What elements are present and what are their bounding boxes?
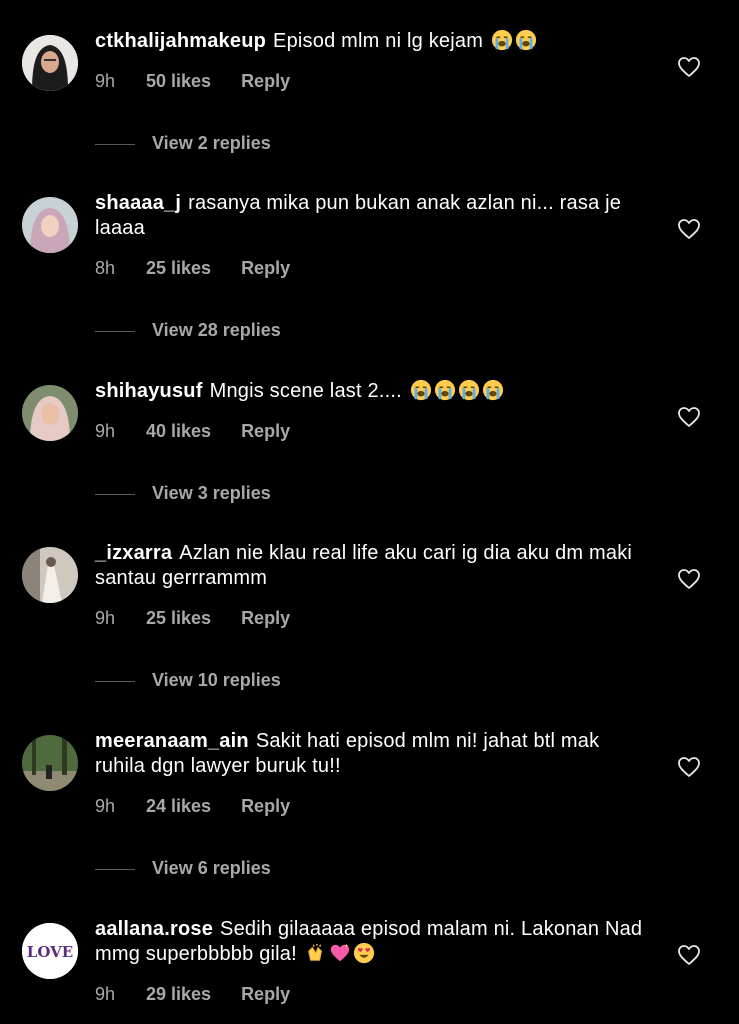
- comment-likes[interactable]: 29 likes: [146, 982, 211, 1006]
- avatar-image: [22, 197, 78, 253]
- view-replies-label: View 28 replies: [152, 320, 281, 340]
- view-replies-label: View 3 replies: [152, 483, 271, 503]
- comment-item: shaaaa_j rasanya mika pun bukan anak azla…: [0, 162, 739, 349]
- comment-username[interactable]: aallana.rose: [95, 918, 213, 940]
- avatar[interactable]: [22, 735, 78, 791]
- comment-item: ctkhalijahmakeup Episod mlm ni lg kejam 9…: [0, 0, 739, 187]
- comment-item: meeranaam_ain Sakit hati episod mlm ni! j…: [0, 700, 739, 887]
- clapping-hands-icon: [307, 943, 322, 961]
- loudly-crying-face-icon: [434, 379, 455, 401]
- comment-text: Mngis scene last 2....: [209, 380, 402, 402]
- avatar-image: [22, 547, 78, 603]
- comment-likes[interactable]: 25 likes: [146, 606, 211, 630]
- comment-time: 9h: [95, 421, 116, 441]
- loudly-crying-face-icon: [491, 29, 512, 51]
- comment-username[interactable]: _izxarra: [95, 542, 172, 564]
- avatar[interactable]: [22, 547, 78, 603]
- comment-username[interactable]: shaaaa_j: [95, 192, 181, 214]
- comment-text: Azlan nie klau real life aku cari ig dia…: [95, 542, 633, 589]
- avatar[interactable]: [22, 35, 78, 91]
- comment-body: shaaaa_j rasanya mika pun bukan anak azla…: [95, 191, 655, 241]
- comment-body: ctkhalijahmakeup Episod mlm ni lg kejam: [95, 29, 655, 54]
- comment-likes[interactable]: 40 likes: [146, 419, 211, 443]
- comment-item: shihayusuf Mngis scene last 2.... 9h 40 li…: [0, 350, 739, 537]
- comment-likes[interactable]: 50 likes: [146, 69, 211, 93]
- avatar-logo-text: LOVE: [27, 943, 73, 961]
- divider: [95, 330, 135, 332]
- comment-username[interactable]: shihayusuf: [95, 380, 203, 402]
- comment-body: _izxarra Azlan nie klau real life aku car…: [95, 541, 655, 591]
- avatar-image: [22, 735, 78, 791]
- comment-likes[interactable]: 25 likes: [146, 256, 211, 280]
- view-replies-button[interactable]: View 3 replies: [95, 481, 271, 505]
- heart-eyes-face-icon: [353, 942, 374, 964]
- reply-button[interactable]: Reply: [241, 982, 290, 1006]
- loudly-crying-face-icon: [515, 29, 536, 51]
- comment-body: meeranaam_ain Sakit hati episod mlm ni! j…: [95, 729, 655, 779]
- comment-time: 9h: [95, 796, 116, 816]
- comment-body: aallana.rose Sedih gilaaaaa episod malam …: [95, 917, 655, 967]
- sparkling-heart-icon: [330, 943, 349, 962]
- comment-meta: 8h 25 likes Reply: [95, 256, 290, 280]
- loudly-crying-face-icon: [458, 379, 479, 401]
- view-replies-button[interactable]: View 10 replies: [95, 668, 281, 692]
- view-replies-label: View 6 replies: [152, 858, 271, 878]
- avatar[interactable]: [22, 385, 78, 441]
- comment-meta: 9h 29 likes Reply: [95, 982, 290, 1006]
- heart-icon[interactable]: [677, 568, 701, 590]
- view-replies-label: View 10 replies: [152, 670, 281, 690]
- comment-item: LOVE aallana.rose Sedih gilaaaaa episod m…: [0, 888, 739, 1024]
- comment-username[interactable]: ctkhalijahmakeup: [95, 30, 266, 52]
- divider: [95, 680, 135, 682]
- comment-username[interactable]: meeranaam_ain: [95, 730, 249, 752]
- reply-button[interactable]: Reply: [241, 69, 290, 93]
- loudly-crying-face-icon: [482, 379, 503, 401]
- divider: [95, 868, 135, 870]
- reply-button[interactable]: Reply: [241, 606, 290, 630]
- comment-meta: 9h 40 likes Reply: [95, 419, 290, 443]
- comment-time: 9h: [95, 71, 116, 91]
- avatar-image: [22, 35, 78, 91]
- divider: [95, 493, 135, 495]
- view-replies-button[interactable]: View 2 replies: [95, 131, 271, 155]
- view-replies-button[interactable]: View 28 replies: [95, 318, 281, 342]
- heart-icon[interactable]: [677, 218, 701, 240]
- avatar-image: LOVE: [22, 923, 78, 979]
- comment-meta: 9h 25 likes Reply: [95, 606, 290, 630]
- comment-body: shihayusuf Mngis scene last 2....: [95, 379, 655, 404]
- comment-item: _izxarra Azlan nie klau real life aku car…: [0, 512, 739, 699]
- reply-button[interactable]: Reply: [241, 256, 290, 280]
- comment-time: 8h: [95, 258, 116, 278]
- comment-likes[interactable]: 24 likes: [146, 794, 211, 818]
- reply-button[interactable]: Reply: [241, 794, 290, 818]
- comment-meta: 9h 50 likes Reply: [95, 69, 290, 93]
- divider: [95, 143, 135, 145]
- heart-icon[interactable]: [677, 944, 701, 966]
- avatar[interactable]: [22, 197, 78, 253]
- heart-icon[interactable]: [677, 56, 701, 78]
- heart-icon[interactable]: [677, 756, 701, 778]
- reply-button[interactable]: Reply: [241, 419, 290, 443]
- heart-icon[interactable]: [677, 406, 701, 428]
- comment-time: 9h: [95, 984, 116, 1004]
- avatar[interactable]: LOVE: [22, 923, 78, 979]
- avatar-image: [22, 385, 78, 441]
- view-replies-button[interactable]: View 6 replies: [95, 856, 271, 880]
- comment-meta: 9h 24 likes Reply: [95, 794, 290, 818]
- comment-text: Episod mlm ni lg kejam: [273, 30, 484, 52]
- comment-time: 9h: [95, 608, 116, 628]
- view-replies-label: View 2 replies: [152, 133, 271, 153]
- loudly-crying-face-icon: [410, 379, 431, 401]
